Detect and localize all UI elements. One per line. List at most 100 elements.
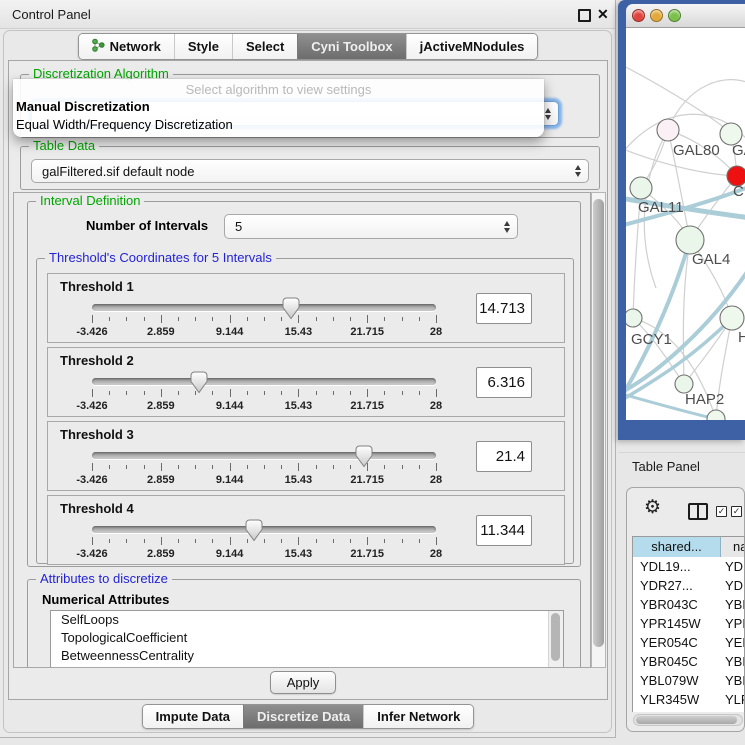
- network-titlebar[interactable]: [626, 4, 745, 28]
- split-columns-icon[interactable]: [688, 503, 708, 520]
- column-header-name[interactable]: name: [721, 537, 744, 557]
- zoom-traffic-light-icon[interactable]: [668, 9, 681, 22]
- cell-name[interactable]: YLR345W: [721, 690, 744, 709]
- tab-label: Network: [110, 39, 161, 54]
- numerical-attributes-label: Numerical Attributes: [42, 592, 169, 607]
- network-edge: [668, 80, 745, 130]
- close-icon[interactable]: ✕: [597, 6, 609, 23]
- node-label-c: C: [733, 183, 744, 200]
- slider-thumb[interactable]: [281, 297, 300, 320]
- close-traffic-light-icon[interactable]: [632, 9, 645, 22]
- tab-cyni-toolbox[interactable]: Cyni Toolbox: [297, 34, 405, 59]
- apply-button[interactable]: Apply: [270, 671, 336, 694]
- cell-shared-name[interactable]: YDL19...: [633, 557, 721, 576]
- float-window-icon[interactable]: [578, 9, 591, 22]
- scrollbar-thumb[interactable]: [636, 716, 737, 724]
- threshold-slider[interactable]: -3.4262.8599.14415.4321.71528: [92, 378, 436, 414]
- threshold-slider[interactable]: -3.4262.8599.14415.4321.71528: [92, 452, 436, 488]
- threshold-value-field[interactable]: 11.344: [476, 515, 532, 546]
- list-item-betweennesscentrality[interactable]: BetweennessCentrality: [51, 647, 563, 665]
- cell-name[interactable]: YPR145W: [721, 614, 744, 633]
- slider-track[interactable]: [92, 452, 436, 459]
- scrollbar-thumb[interactable]: [593, 199, 604, 647]
- slider-track[interactable]: [92, 304, 436, 311]
- cell-shared-name[interactable]: YLR345W: [633, 690, 721, 709]
- cell-shared-name[interactable]: YBR045C: [633, 652, 721, 671]
- num-intervals-combobox[interactable]: 5: [224, 214, 518, 239]
- slider-thumb[interactable]: [244, 519, 263, 542]
- table-row[interactable]: YBR043CYBR043C: [633, 595, 744, 614]
- network-node-node-bottom[interactable]: [707, 410, 725, 420]
- table-data-group: Table Data galFiltered.sif default node: [20, 146, 600, 190]
- tab-label: Infer Network: [377, 709, 460, 724]
- popup-option-equal-width-frequency-discretization[interactable]: Equal Width/Frequency Discretization: [16, 117, 233, 132]
- table-row[interactable]: YDR27...YDR27...: [633, 576, 744, 595]
- popup-option-manual-discretization[interactable]: Manual Discretization: [16, 99, 150, 114]
- tab-label: Discretize Data: [257, 709, 350, 724]
- cell-name[interactable]: YBL079W: [721, 671, 744, 690]
- threshold-value-field[interactable]: 21.4: [476, 441, 532, 472]
- threshold-value-field[interactable]: 14.713: [476, 293, 532, 324]
- cell-shared-name[interactable]: YIL052C: [633, 709, 721, 712]
- network-node-gal11[interactable]: [630, 177, 652, 199]
- num-intervals-value: 5: [235, 219, 242, 234]
- slider-track[interactable]: [92, 526, 436, 533]
- cell-name[interactable]: YDR27...: [721, 576, 744, 595]
- cell-shared-name[interactable]: YBR043C: [633, 595, 721, 614]
- threshold-slider[interactable]: -3.4262.8599.14415.4321.71528: [92, 526, 436, 562]
- thresholds-group: Threshold's Coordinates for 5 Intervals …: [36, 258, 574, 564]
- table-row[interactable]: YBR045CYBR045C: [633, 652, 744, 671]
- cell-name[interactable]: YBR043C: [721, 595, 744, 614]
- app-root: Control Panel ✕ NetworkStyleSelectCyni T…: [0, 0, 745, 745]
- table-row[interactable]: YBL079WYBL079W: [633, 671, 744, 690]
- checkbox-icon[interactable]: ✓: [731, 506, 742, 517]
- settings-vertical-scrollbar[interactable]: [591, 192, 606, 668]
- combo-stepper-icon: [545, 108, 551, 120]
- network-node-gal80[interactable]: [657, 119, 679, 141]
- cell-shared-name[interactable]: YPR145W: [633, 614, 721, 633]
- attributes-scrollbar[interactable]: [548, 611, 563, 668]
- tab-style[interactable]: Style: [174, 34, 232, 59]
- bottom-tab-bar: Impute Data Discretize Data Infer Network: [0, 704, 616, 729]
- threshold-value-field[interactable]: 6.316: [476, 367, 532, 398]
- slider-thumb[interactable]: [189, 371, 208, 394]
- network-node-node-right-mid[interactable]: [720, 306, 744, 330]
- tab-jactivemnodules[interactable]: jActiveMNodules: [406, 34, 538, 59]
- slider-track[interactable]: [92, 378, 436, 385]
- tab-infer-network[interactable]: Infer Network: [363, 705, 473, 728]
- node-table: shared... name YDL19...YDL19...YDR27...Y…: [632, 536, 745, 712]
- table-data-combobox[interactable]: galFiltered.sif default node: [31, 159, 589, 183]
- gear-icon[interactable]: ⚙: [644, 498, 661, 517]
- cell-shared-name[interactable]: YDR27...: [633, 576, 721, 595]
- slider-thumb[interactable]: [354, 445, 373, 468]
- cell-shared-name[interactable]: YER054C: [633, 633, 721, 652]
- threshold-slider[interactable]: -3.4262.8599.14415.4321.71528: [92, 304, 436, 340]
- list-item-topologicalcoefficient[interactable]: TopologicalCoefficient: [51, 629, 563, 647]
- table-row[interactable]: YLR345WYLR345W: [633, 690, 744, 709]
- table-horizontal-scrollbar[interactable]: [633, 714, 743, 726]
- tab-select[interactable]: Select: [232, 34, 297, 59]
- node-label-gal80: GAL80: [673, 142, 720, 159]
- minimize-traffic-light-icon[interactable]: [650, 9, 663, 22]
- cell-name[interactable]: YER054C: [721, 633, 744, 652]
- scrollbar-thumb[interactable]: [551, 613, 560, 661]
- tab-impute-data[interactable]: Impute Data: [143, 705, 243, 728]
- table-row[interactable]: YIL052CYIL052C: [633, 709, 744, 712]
- table-row[interactable]: YER054CYER054C: [633, 633, 744, 652]
- threshold-panel-3: Threshold 3-3.4262.8599.14415.4321.71528…: [47, 421, 565, 491]
- list-item-selfloops[interactable]: SelfLoops: [51, 611, 563, 629]
- table-row[interactable]: YPR145WYPR145W: [633, 614, 744, 633]
- tab-network[interactable]: Network: [79, 34, 174, 59]
- cell-name[interactable]: YDL19...: [721, 557, 744, 576]
- column-header-shared-name[interactable]: shared...: [633, 537, 721, 557]
- attributes-list[interactable]: SelfLoopsTopologicalCoefficientBetweenne…: [50, 610, 564, 668]
- network-node-gcy1[interactable]: [626, 309, 642, 327]
- cell-name[interactable]: YIL052C: [721, 709, 744, 712]
- cell-name[interactable]: YBR045C: [721, 652, 744, 671]
- network-node-gal4[interactable]: [676, 226, 704, 254]
- checkbox-icon[interactable]: ✓: [716, 506, 727, 517]
- table-row[interactable]: YDL19...YDL19...: [633, 557, 744, 576]
- tab-discretize-data[interactable]: Discretize Data: [243, 705, 363, 728]
- cell-shared-name[interactable]: YBL079W: [633, 671, 721, 690]
- network-canvas[interactable]: GAL80GACGAL11GAL4GCY1HAHAP2: [626, 28, 745, 420]
